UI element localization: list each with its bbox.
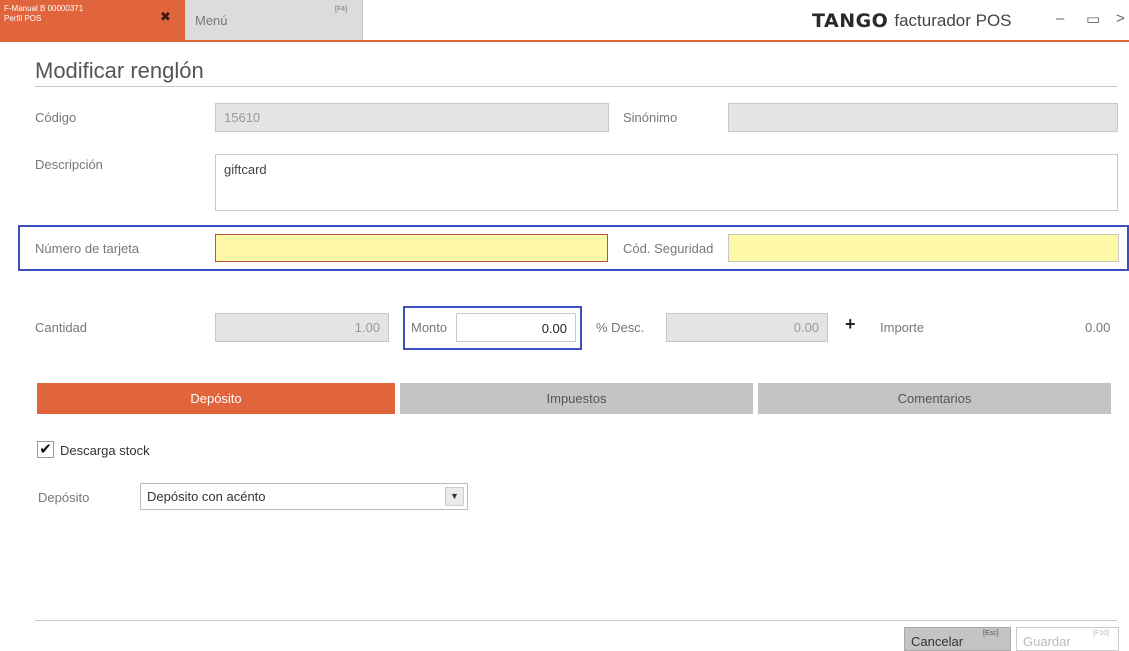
tab-menu-label: Menú: [195, 13, 228, 28]
seguridad-label: Cód. Seguridad: [623, 241, 714, 256]
tab-impuestos[interactable]: Impuestos: [400, 383, 753, 414]
sinonimo-field[interactable]: [728, 103, 1118, 132]
chevron-down-icon[interactable]: ▼: [445, 487, 464, 506]
plus-icon[interactable]: +: [845, 314, 856, 335]
tango-logo: TANGO: [812, 10, 889, 32]
tab-comentarios[interactable]: Comentarios: [758, 383, 1111, 414]
title-bar-accent-line: [0, 40, 1129, 42]
tab-deposito[interactable]: Depósito: [37, 383, 395, 414]
deposito-select[interactable]: Depósito con acénto ▼: [140, 483, 468, 510]
codigo-label: Código: [35, 110, 77, 125]
tarjeta-label: Número de tarjeta: [35, 241, 140, 256]
app-name: facturador POS: [894, 11, 1012, 30]
monto-label: Monto: [411, 320, 448, 335]
tab-document-subtitle: Perfil POS: [4, 14, 42, 23]
codigo-field[interactable]: 15610: [215, 103, 609, 132]
seguridad-input[interactable]: [728, 234, 1119, 262]
desc-label: % Desc.: [596, 320, 645, 335]
minimize-icon[interactable]: –: [1056, 10, 1064, 27]
tarjeta-input[interactable]: [215, 234, 608, 262]
save-button[interactable]: Guardar [F10]: [1016, 627, 1119, 651]
maximize-icon[interactable]: ▭: [1086, 10, 1100, 28]
title-bar: F-Manual B 00000371 Perfil POS ✖ Menú [F…: [0, 0, 1129, 42]
close-tab-icon[interactable]: ✖: [160, 10, 171, 23]
importe-value: 0.00: [1085, 320, 1111, 335]
monto-input[interactable]: 0.00: [456, 313, 576, 342]
descripcion-field[interactable]: giftcard: [215, 154, 1118, 211]
footer-divider: [35, 620, 1117, 621]
sinonimo-label: Sinónimo: [623, 110, 678, 125]
tab-document-title: F-Manual B 00000371: [4, 4, 84, 13]
descarga-stock-label: Descarga stock: [60, 443, 150, 458]
tab-menu[interactable]: Menú [F4]: [185, 0, 363, 40]
cantidad-field[interactable]: 1.00: [215, 313, 389, 342]
descripcion-label: Descripción: [35, 157, 103, 172]
title-divider: [35, 86, 1117, 87]
window-close-icon[interactable]: >: [1116, 10, 1125, 27]
cancel-button-label: Cancelar: [911, 634, 964, 649]
tab-document[interactable]: F-Manual B 00000371 Perfil POS ✖: [0, 0, 185, 40]
page-title: Modificar renglón: [35, 58, 204, 83]
cancel-shortcut: [Esc]: [983, 630, 999, 637]
save-shortcut: [F10]: [1093, 630, 1109, 637]
brand: TANGO facturador POS: [812, 8, 1012, 34]
desc-field[interactable]: 0.00: [666, 313, 828, 342]
cancel-button[interactable]: Cancelar [Esc]: [904, 627, 1011, 651]
deposito-label: Depósito: [38, 490, 90, 505]
save-button-label: Guardar: [1023, 634, 1071, 649]
descarga-stock-checkbox[interactable]: ✔: [37, 441, 54, 458]
importe-label: Importe: [880, 320, 925, 335]
cantidad-label: Cantidad: [35, 320, 88, 335]
deposito-select-value: Depósito con acénto: [147, 489, 266, 504]
tab-menu-shortcut: [F4]: [335, 6, 348, 13]
